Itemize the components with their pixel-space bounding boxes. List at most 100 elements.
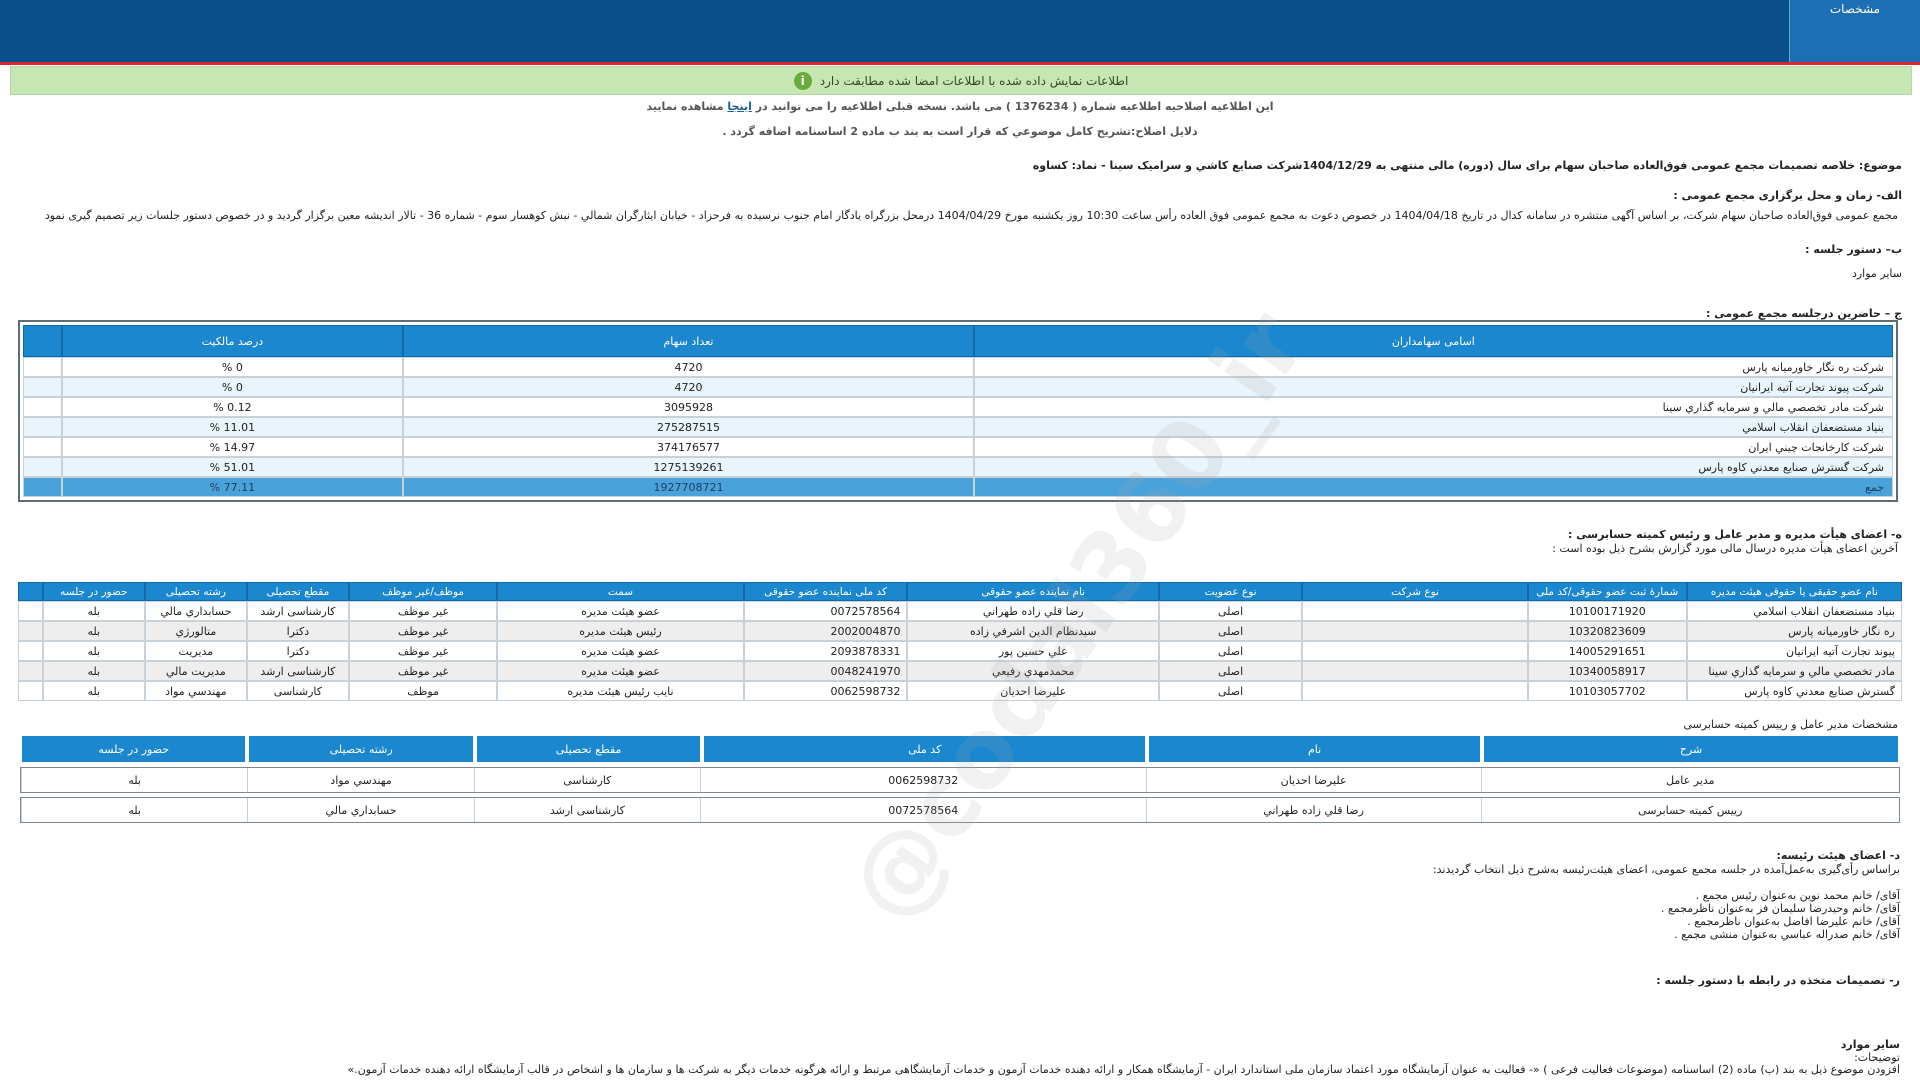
member-name: گسترش صنايع معدني کاوه پارس [1686, 681, 1902, 701]
ownership-percent: 11.01 % [61, 417, 404, 437]
correction-notice: این اطلاعیه اصلاحیه اطلاعیه شماره ( 1376… [0, 100, 1920, 113]
position: نایب رئیس هیئت مدیره [497, 681, 744, 701]
share-count: 1275139261 [403, 457, 974, 477]
decision-topic: سایر موارد [1840, 1038, 1900, 1051]
person-name: عليرضا احديان [1145, 768, 1481, 792]
managers-title: مشخصات مدیر عامل و رییس کمیته حسابرسی [1683, 718, 1898, 731]
attendees-table: اسامی سهامداران تعداد سهام درصد مالکیت ش… [18, 320, 1898, 502]
section-b-text: سایر موارد [1851, 267, 1902, 280]
col-membership-type: نوع عضویت [1158, 582, 1303, 601]
col-attendance: حضور در جلسه [42, 582, 145, 601]
table-row: ره نگار خاورميانه پارس 10320823609 اصلی … [18, 621, 1902, 641]
col-company-type: نوع شرکت [1302, 582, 1528, 601]
share-count: 4720 [403, 357, 974, 377]
description: رییس کمیته حسابرسی [1480, 798, 1899, 822]
tab-specifications[interactable]: مشخصات [1789, 0, 1920, 62]
shareholder-name: شرکت پیوند تجارت آتیه ایرانیان [973, 377, 1893, 397]
shareholder-name: بنياد مستضعفان انقلاب اسلامي [973, 417, 1893, 437]
position: رئیس هیئت مدیره [497, 621, 744, 641]
col-description: شرح [1482, 734, 1900, 764]
table-row: مادر تخصصي مالي و سرمايه گذاري سينا 1034… [18, 661, 1902, 681]
col-attendance: حضور در جلسه [20, 734, 248, 764]
section-a-text: مجمع عمومی فوق‌العاده صاحبان سهام شرکت، … [44, 209, 1898, 222]
representative-id: 2093878331 [743, 641, 908, 661]
shareholder-name: شرکت ره نگار خاورمیانه پارس [973, 357, 1893, 377]
presidium-member: آقای/ خانم وحيدرضا سليمان فر به‌عنوان نا… [1660, 902, 1900, 915]
representative-id: 2002004870 [743, 621, 908, 641]
share-count: 374176577 [403, 437, 974, 457]
section-h-subtitle: آخرین اعضای هیأت مدیره درسال مالی مورد گ… [1552, 542, 1898, 555]
education-level: کارشناسی [473, 768, 700, 792]
presidium-member: آقای/ خانم صدراله عباسي به‌عنوان منشی مج… [1674, 928, 1900, 941]
company-type [1302, 661, 1528, 681]
field-of-study: متالورژي [144, 621, 247, 641]
col-field-of-study: رشته تحصیلی [144, 582, 247, 601]
field-of-study: حسابداري مالي [247, 798, 474, 822]
position: عضو هیئت مدیره [497, 601, 744, 621]
membership-type: اصلی [1158, 621, 1303, 641]
section-b-title: ب– دستور جلسه : [1805, 243, 1902, 256]
attendance: بله [21, 768, 248, 792]
alert-text: اطلاعات نمایش داده شده با اطلاعات امضا ش… [819, 73, 1129, 88]
ownership-percent: 0 % [61, 377, 404, 397]
col-name: نام [1147, 734, 1483, 764]
position: عضو هیئت مدیره [497, 661, 744, 681]
member-name: مادر تخصصي مالي و سرمايه گذاري سينا [1686, 661, 1902, 681]
person-name: رضا قلي زاده طهراني [1145, 798, 1481, 822]
membership-type: اصلی [1158, 641, 1303, 661]
employment-status: غیر موظف [348, 641, 498, 661]
member-name: ره نگار خاورميانه پارس [1686, 621, 1902, 641]
registration-id: 14005291651 [1527, 641, 1687, 661]
representative-id: 0062598732 [743, 681, 908, 701]
col-member-name: نام عضو حقیقی یا حقوقی هیئت مدیره [1686, 582, 1902, 601]
representative-id: 0048241970 [743, 661, 908, 681]
share-count: 3095928 [403, 397, 974, 417]
presidium-member: آقای/ خانم محمد نوين به‌عنوان رئیس مجمع … [1695, 889, 1900, 902]
attendance: بله [42, 621, 145, 641]
attendance: بله [21, 798, 248, 822]
description: مدیر عامل [1480, 768, 1899, 792]
correction-text-b: مشاهده نمایید [646, 100, 724, 113]
field-of-study: مديريت [144, 641, 247, 661]
section-c-title: ج – حاضرین درجلسه مجمع عمومی : [1706, 307, 1902, 320]
attendance: بله [42, 641, 145, 661]
education-level: کارشناسی [246, 681, 349, 701]
company-type [1302, 681, 1528, 701]
col-position: سمت [497, 582, 744, 601]
col-education-level: مقطع تحصیلی [474, 734, 703, 764]
education-level: دکترا [246, 641, 349, 661]
table-row: بنياد مستضعفان انقلاب اسلامي 10100171920… [18, 601, 1902, 621]
share-count: 275287515 [403, 417, 974, 437]
company-type [1302, 621, 1528, 641]
section-r-title: ر- تصمیمات متخذه در رابطه با دستور جلسه … [1656, 974, 1900, 987]
ownership-percent: 0 % [61, 357, 404, 377]
shareholder-name: شرکت مادر تخصصي مالي و سرمايه گذاري سينا [973, 397, 1893, 417]
ownership-percent: 51.01 % [61, 457, 404, 477]
notes-text: افزودن موضوع ذیل به بند (ب) ماده (2) اسا… [347, 1063, 1900, 1076]
col-registration-id: شمارهٔ ثبت عضو حقوقی/کد ملی [1527, 582, 1687, 601]
total-share-count: 1927708721 [403, 477, 974, 497]
registration-id: 10103057702 [1527, 681, 1687, 701]
col-shareholder-names: اسامی سهامداران [973, 325, 1893, 357]
attendance: بله [42, 601, 145, 621]
col-representative-id: کد ملی نماینده عضو حقوقی [743, 582, 908, 601]
registration-id: 10100171920 [1527, 601, 1687, 621]
field-of-study: حسابداري مالي [144, 601, 247, 621]
employment-status: موظف [348, 681, 498, 701]
field-of-study: مديريت مالي [144, 661, 247, 681]
employment-status: غیر موظف [348, 621, 498, 641]
registration-id: 10340058917 [1527, 661, 1687, 681]
member-name: پيوند تجارت آتيه ايرانيان [1686, 641, 1902, 661]
education-level: کارشناسی ارشد [473, 798, 700, 822]
previous-version-link[interactable]: اینجا [727, 100, 751, 113]
presidium-member: آقای/ خانم عليرضا افاضل به‌عنوان ناظرمجم… [1687, 915, 1900, 928]
share-count: 4720 [403, 377, 974, 397]
attendance: بله [42, 681, 145, 701]
membership-type: اصلی [1158, 681, 1303, 701]
total-row: جمع 1927708721 77.11 % [23, 477, 1893, 497]
membership-type: اصلی [1158, 601, 1303, 621]
registration-id: 10320823609 [1527, 621, 1687, 641]
correction-text-a: این اطلاعیه اصلاحیه اطلاعیه شماره ( 1376… [755, 100, 1274, 113]
correction-reason: دلایل اصلاح:تشریح کامل موضوعي که قرار اس… [722, 125, 1198, 138]
employment-status: غیر موظف [348, 601, 498, 621]
